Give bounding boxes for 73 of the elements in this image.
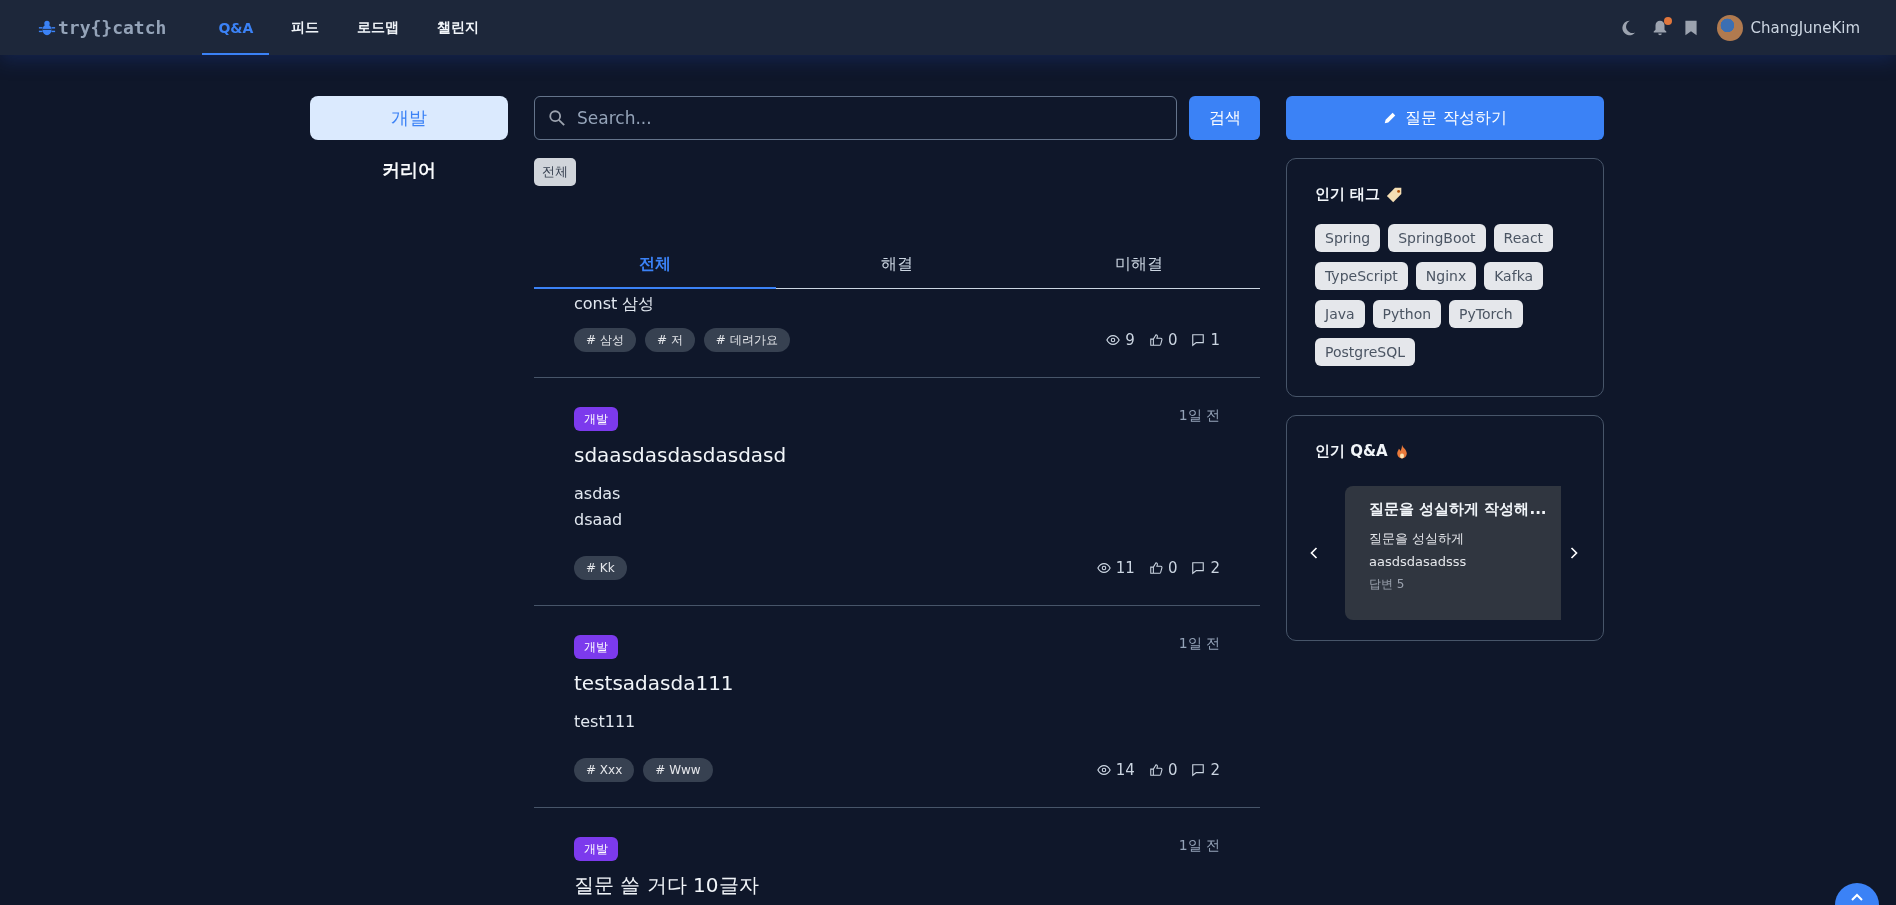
comment-icon [1191,333,1206,347]
tag-chip[interactable]: Kafka [1484,262,1544,290]
comment-icon [1191,763,1206,777]
tag-chip[interactable]: Java [1315,300,1365,328]
qna-title: 질문을 성실하게 작성해... [1369,500,1548,519]
post-text: dsaad [574,509,624,531]
search-field[interactable]: Search... [534,96,1177,140]
tab[interactable]: 해결 [776,242,1018,289]
nav-link[interactable]: 피드 [275,0,336,55]
tab[interactable]: 미해결 [1018,242,1260,289]
post-title[interactable]: 질문 쓸 거다 10글자 [574,871,1220,899]
qna-text: 질문을 성실하게 [1369,530,1466,548]
post-text: const 삼성 [574,293,656,315]
nav-link[interactable]: Q&A [202,0,270,55]
search-button[interactable]: 검색 [1189,96,1260,140]
comment-count: 2 [1210,559,1220,577]
view-count: 11 [1115,559,1135,577]
tag-chip[interactable]: React [1493,224,1554,252]
logo[interactable]: try{}catch [58,17,167,38]
view-count: 14 [1115,761,1135,779]
post-title[interactable]: testsadasda111 [574,669,1220,697]
eye-icon [1106,333,1121,347]
category-badge: 개발 [574,407,618,431]
hashtag[interactable]: # Xxx [574,758,635,782]
hashtag[interactable]: # Kk [574,556,627,580]
filter-chip[interactable]: 전체 [534,158,576,186]
write-question-button[interactable]: 질문 작성하기 [1286,96,1604,140]
qna-text: aasdsdasadsss [1369,553,1468,571]
post-text: test111 [574,711,637,733]
category-badge: 개발 [574,635,618,659]
bug-icon [38,18,56,37]
nav-link[interactable]: 챌린지 [421,0,496,55]
card-title: 인기 Q&A [1315,442,1388,461]
avatar[interactable] [1716,14,1743,41]
tab[interactable]: 전체 [534,242,776,289]
pencil-icon [1383,111,1398,125]
hashtag[interactable]: # 저 [644,328,695,352]
comment-icon [1191,561,1206,575]
category-badge: 개발 [574,837,618,861]
eye-icon [1096,763,1111,777]
answer-count: 답변 5 [1369,576,1406,593]
tag-chip[interactable]: TypeScript [1315,262,1408,290]
hashtag[interactable]: # 삼성 [574,328,636,352]
search-icon [548,109,566,127]
bookmark-icon[interactable] [1682,18,1699,37]
view-count: 9 [1125,331,1135,349]
tag-chip[interactable]: Nginx [1415,262,1477,290]
thumbs-up-icon [1148,333,1163,347]
hashtag[interactable]: # 데려가요 [703,328,790,352]
post-date: 1일 전 [1178,407,1220,425]
hashtag[interactable]: # Www [643,758,713,782]
like-count: 0 [1167,559,1178,577]
tag-chip[interactable]: Python [1372,300,1442,328]
post-date: 1일 전 [1178,837,1220,855]
nav-link[interactable]: 로드맵 [341,0,416,55]
like-count: 0 [1167,331,1178,349]
post-date: 1일 전 [1178,635,1220,653]
user-name[interactable]: ChangJuneKim [1750,18,1860,37]
card-title: 인기 태그 [1315,185,1381,204]
eye-icon [1096,561,1111,575]
thumbs-up-icon [1148,561,1163,575]
comment-count: 2 [1210,761,1220,779]
tag-chip[interactable]: Spring [1315,224,1381,252]
tag-chip[interactable]: PostgreSQL [1315,338,1415,366]
post-text: asdas [574,483,622,505]
sidebar-item[interactable]: 커리어 [310,148,508,192]
qna-card[interactable]: 질문을 성실하게 작성해... 질문을 성실하게 aasdsdasadsss 답변 5 [1345,486,1561,620]
post-title[interactable]: sdaasdasdasdasdasd [574,441,1220,469]
thumbs-up-icon [1148,763,1163,777]
like-count: 0 [1167,761,1178,779]
tag-chip[interactable]: SpringBoot [1388,224,1486,252]
comment-count: 1 [1210,331,1220,349]
tag-chip[interactable]: PyTorch [1449,300,1523,328]
